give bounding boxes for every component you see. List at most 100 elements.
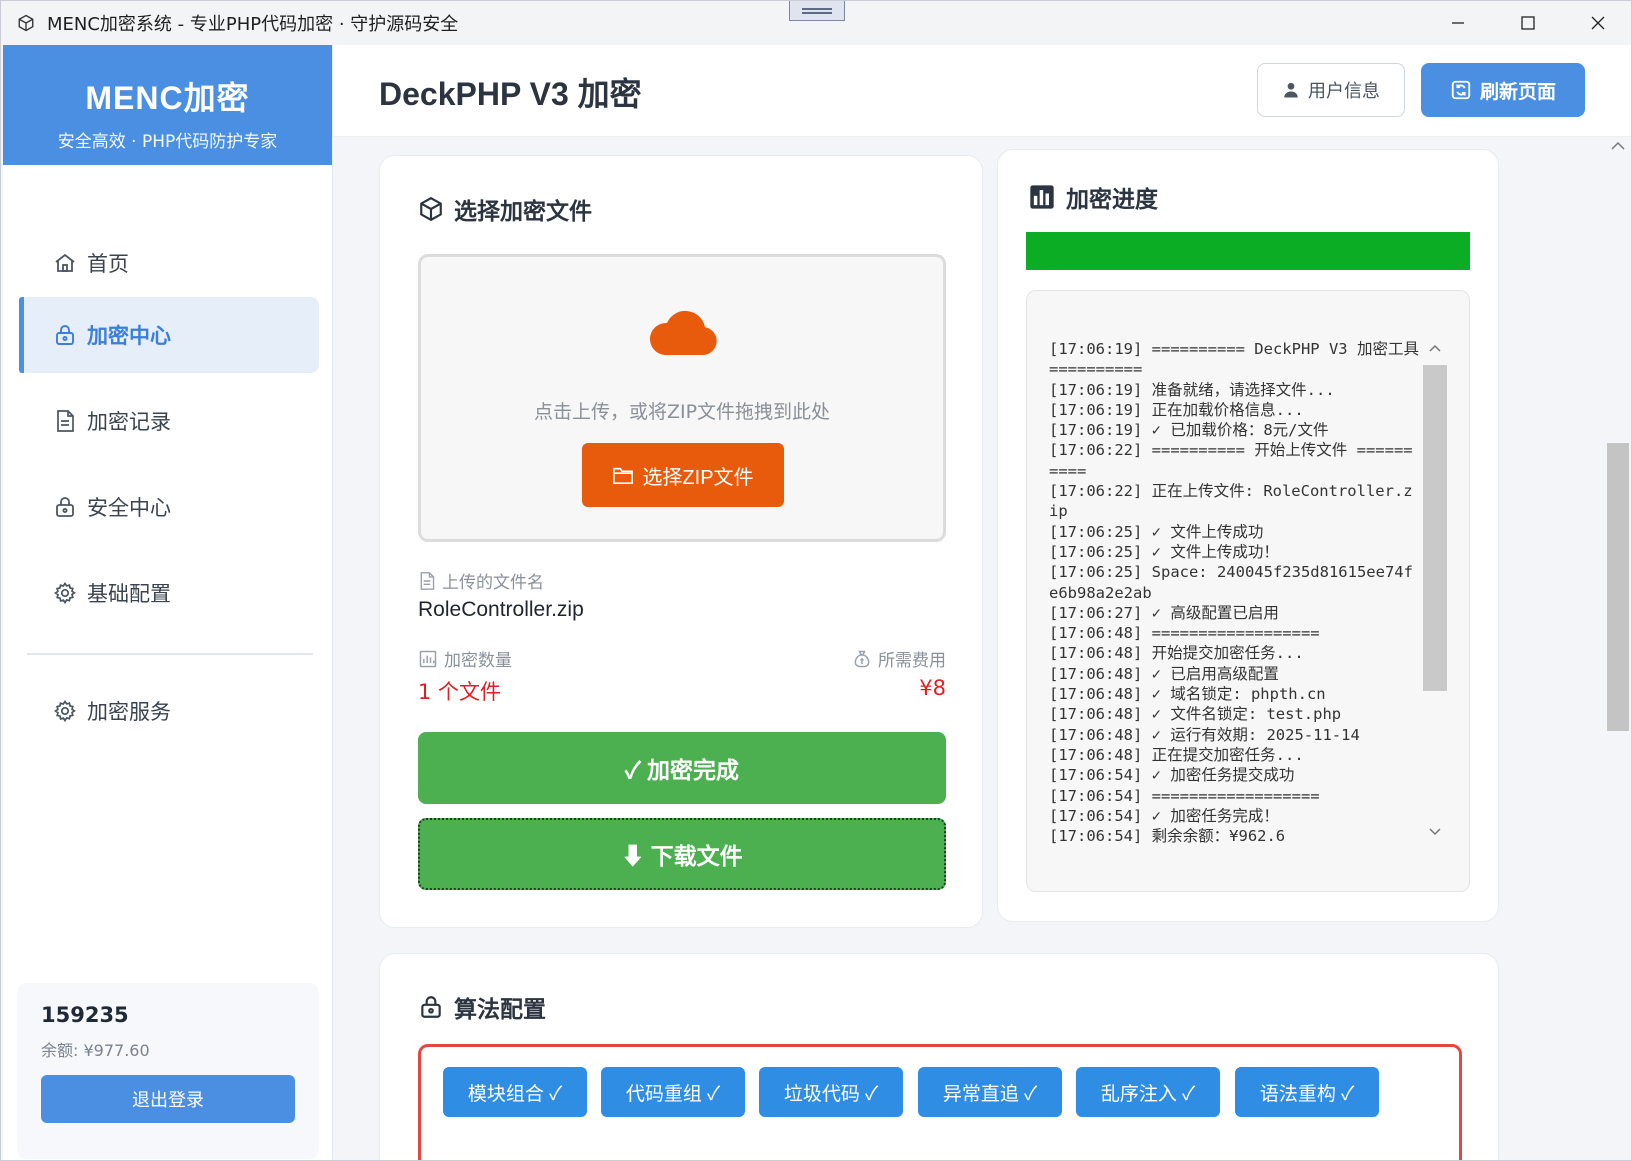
log-line: [17:06:22] 正在上传文件: RoleController.zip [1049, 482, 1413, 521]
user-balance: 余额: ¥977.60 [41, 1041, 150, 1060]
progress-card: 加密进度 [17:06:19] ========== DeckPHP V3 加密… [997, 149, 1499, 922]
lock-icon [51, 493, 79, 521]
brand-subtitle: 安全高效 · PHP代码防护专家 [57, 132, 278, 152]
drop-hint: 点击上传，或将ZIP文件拖拽到此处 [533, 401, 831, 423]
sidebar-item-home[interactable]: 首页 [19, 225, 319, 301]
log-line: [17:06:48] ✓ 已启用高级配置 [1049, 664, 1279, 683]
filename-label: 上传的文件名 [418, 568, 544, 593]
bar-chart-icon [418, 649, 438, 669]
minimize-icon [1452, 22, 1464, 24]
progress-bar-fill [1026, 232, 1470, 270]
main-content[interactable]: 选择加密文件 点击上传，或将ZIP文件拖拽到此处 选择ZIP文件 上传的文件名 … [333, 137, 1605, 1160]
brand-header: MENC加密 安全高效 · PHP代码防护专家 [3, 45, 332, 165]
cost-value: ¥8 [919, 676, 946, 700]
lock-icon [418, 994, 444, 1020]
cost-label: 所需费用 [852, 646, 946, 671]
log-line: [17:06:48] 正在提交加密任务... [1049, 745, 1304, 764]
user-card: 159235 余额: ¥977.60 退出登录 [17, 983, 319, 1159]
sidebar-item-encrypt-service[interactable]: 加密服务 [19, 673, 319, 749]
maximize-button[interactable] [1493, 1, 1563, 45]
log-line: [17:06:22] ========== 开始上传文件 ========== [1049, 441, 1413, 480]
download-file-button[interactable]: ⬇ 下载文件 [418, 818, 946, 890]
log-line: [17:06:25] ✓ 文件上传成功！ [1049, 542, 1279, 561]
log-line: [17:06:54] 剩余余额：¥962.6 [1049, 827, 1286, 845]
algo-option-syntax-refactor[interactable]: 语法重构 ✓ [1235, 1067, 1379, 1117]
log-line: [17:06:27] ✓ 高级配置已启用 [1049, 603, 1279, 622]
algorithm-card-title: 算法配置 [418, 990, 546, 1024]
algo-option-module-combo[interactable]: 模块组合 ✓ [443, 1067, 587, 1117]
cloud-upload-icon [647, 307, 719, 361]
user-info-label: 用户信息 [1308, 81, 1380, 101]
log-line: [17:06:48] ✓ 运行有效期: 2025-11-14 [1049, 725, 1360, 744]
refresh-button[interactable]: 刷新页面 [1421, 63, 1585, 117]
chevron-up-icon [1429, 344, 1441, 352]
file-drop-zone[interactable]: 点击上传，或将ZIP文件拖拽到此处 选择ZIP文件 [418, 254, 946, 542]
maximize-icon [1521, 16, 1535, 30]
sidebar-item-label: 基础配置 [87, 582, 171, 606]
home-icon [51, 249, 79, 277]
log-line: [17:06:54] ✓ 加密任务完成！ [1049, 806, 1279, 825]
folder-icon [612, 465, 634, 485]
log-line: [17:06:19] ========== DeckPHP V3 加密工具 ==… [1049, 340, 1419, 379]
upload-card: 选择加密文件 点击上传，或将ZIP文件拖拽到此处 选择ZIP文件 上传的文件名 … [379, 155, 983, 928]
sidebar-item-encrypt-records[interactable]: 加密记录 [19, 383, 319, 459]
main-scroll-thumb[interactable] [1607, 443, 1629, 731]
log-line: [17:06:25] Space: 240045f235d81615ee74fe… [1049, 563, 1413, 602]
app-window: MENC加密系统 - 专业PHP代码加密 · 守护源码安全 MENC加密 安全高… [0, 0, 1632, 1161]
sidebar-item-basic-config[interactable]: 基础配置 [19, 555, 319, 631]
minimize-button[interactable] [1423, 1, 1493, 45]
main-scrollbar[interactable] [1605, 137, 1631, 1160]
chevron-down-icon [1429, 828, 1441, 836]
user-info-button[interactable]: 用户信息 [1257, 63, 1405, 117]
encrypt-done-button[interactable]: ✓ 加密完成 [418, 732, 946, 804]
nav-divider [27, 653, 313, 655]
snap-grip-icon[interactable] [789, 1, 845, 21]
algo-option-shuffle-inject[interactable]: 乱序注入 ✓ [1076, 1067, 1220, 1117]
brand-name: MENC加密 [85, 80, 250, 116]
choose-zip-button[interactable]: 选择ZIP文件 [582, 443, 784, 507]
progress-card-title: 加密进度 [1028, 180, 1158, 214]
log-line: [17:06:54] ✓ 加密任务提交成功 [1049, 766, 1295, 785]
algorithm-options: 模块组合 ✓ 代码重组 ✓ 垃圾代码 ✓ 异常直追 ✓ 乱序注入 ✓ 语法重构 … [418, 1044, 1462, 1160]
close-button[interactable] [1563, 1, 1632, 45]
bar-chart-icon [1028, 183, 1056, 211]
refresh-icon [1450, 79, 1472, 101]
log-output: [17:06:19] ========== DeckPHP V3 加密工具 ==… [1049, 339, 1421, 845]
money-bag-icon [852, 649, 872, 669]
log-scrollbar[interactable] [1423, 339, 1447, 845]
sidebar-item-label: 加密记录 [87, 410, 171, 434]
log-line: [17:06:48] ================== [1049, 624, 1320, 643]
refresh-label: 刷新页面 [1479, 81, 1556, 103]
sidebar-item-encrypt-center[interactable]: 加密中心 [19, 297, 319, 373]
page-title: DeckPHP V3 加密 [379, 76, 642, 112]
count-label: 加密数量 [418, 646, 512, 671]
log-line: [17:06:19] 正在加载价格信息... [1049, 400, 1304, 419]
cube-icon [418, 196, 444, 222]
close-icon [1591, 16, 1605, 30]
log-line: [17:06:48] 开始提交加密任务... [1049, 644, 1304, 663]
uploaded-filename: RoleController.zip [418, 598, 584, 621]
document-icon [418, 571, 436, 591]
gear-icon [51, 697, 79, 725]
log-panel[interactable]: [17:06:19] ========== DeckPHP V3 加密工具 ==… [1026, 290, 1470, 892]
sidebar-item-label: 加密服务 [87, 700, 171, 724]
sidebar: MENC加密 安全高效 · PHP代码防护专家 首页 加密中心 加密记录 安全中… [3, 45, 333, 1160]
log-line: [17:06:19] ✓ 已加载价格：8元/文件 [1049, 421, 1329, 440]
algo-option-code-restructure[interactable]: 代码重组 ✓ [601, 1067, 745, 1117]
logout-button[interactable]: 退出登录 [41, 1075, 295, 1123]
user-icon [1282, 81, 1300, 99]
log-line: [17:06:54] ================== [1049, 786, 1320, 805]
algorithm-card: 算法配置 模块组合 ✓ 代码重组 ✓ 垃圾代码 ✓ 异常直追 ✓ 乱序注入 ✓ … [379, 953, 1499, 1160]
algo-option-exception-trace[interactable]: 异常直追 ✓ [918, 1067, 1062, 1117]
log-line: [17:06:25] ✓ 文件上传成功 [1049, 522, 1264, 541]
main-header: DeckPHP V3 加密 用户信息 刷新页面 [333, 45, 1631, 137]
sidebar-item-label: 加密中心 [87, 324, 171, 348]
progress-bar [1026, 232, 1470, 270]
window-title: MENC加密系统 - 专业PHP代码加密 · 守护源码安全 [47, 14, 459, 35]
algo-option-junk-code[interactable]: 垃圾代码 ✓ [759, 1067, 903, 1117]
title-bar[interactable]: MENC加密系统 - 专业PHP代码加密 · 守护源码安全 [1, 1, 1631, 45]
sidebar-item-security-center[interactable]: 安全中心 [19, 469, 319, 545]
sidebar-item-label: 首页 [87, 252, 129, 276]
file-count-value: 1 个文件 [418, 680, 502, 704]
log-scroll-thumb[interactable] [1423, 365, 1447, 691]
